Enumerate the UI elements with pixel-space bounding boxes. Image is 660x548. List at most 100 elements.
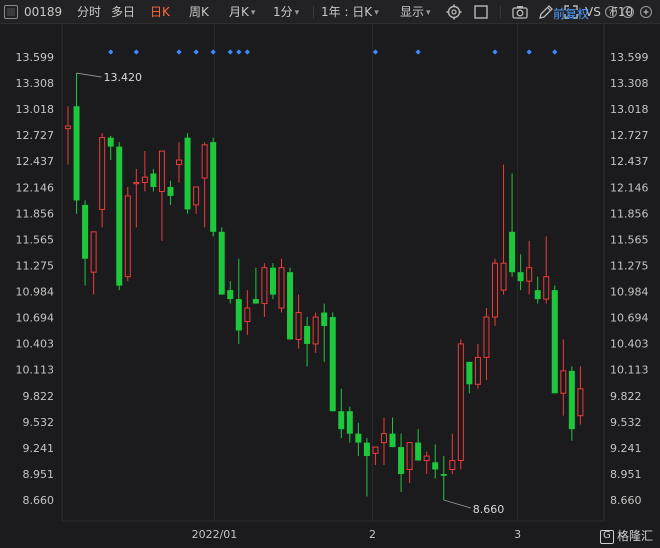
settings-icon[interactable] <box>445 3 463 21</box>
y-tick-label: 9.822 <box>23 390 55 403</box>
candle <box>158 150 165 241</box>
chevron-down-icon: ▾ <box>250 8 256 18</box>
camera-icon[interactable] <box>511 3 529 21</box>
candle-body <box>269 267 276 295</box>
candle <box>82 200 89 286</box>
stock-code[interactable]: 00189 <box>24 0 62 24</box>
event-marker <box>372 49 379 55</box>
dropdown-monthly[interactable]: 月K ▾ <box>229 0 255 24</box>
y-tick-label: 11.275 <box>16 259 55 272</box>
y-tick-label: 13.599 <box>16 51 55 64</box>
candle <box>346 406 353 443</box>
adjust-mode-link[interactable]: 前复权 <box>553 5 589 22</box>
candle <box>577 366 584 425</box>
candle-body <box>210 142 217 232</box>
candle-body <box>90 231 97 273</box>
candle <box>193 186 200 214</box>
candle-body <box>107 137 114 147</box>
dropdown-range[interactable]: 1年 : 日K ▾ <box>321 0 379 24</box>
x-axis: 2022/01 2 3 <box>192 528 522 541</box>
y-tick-label: 10.113 <box>610 364 649 377</box>
event-marker <box>133 49 139 55</box>
y-tick-label: 13.599 <box>610 51 649 64</box>
candle <box>184 133 191 214</box>
y-tick-label: 11.275 <box>610 259 649 272</box>
candle <box>287 267 294 340</box>
chart-canvas[interactable]: 13.599 13.308 13.018 12.727 12.437 12.146 11.8… <box>0 24 660 548</box>
candle-body <box>321 312 328 326</box>
candle <box>261 263 268 318</box>
candle-body <box>363 442 370 457</box>
y-tick-label: 13.308 <box>16 77 55 90</box>
tab-multiday[interactable]: 多日 <box>111 0 135 24</box>
y-tick-label: 12.146 <box>16 181 55 194</box>
candle <box>269 263 276 300</box>
candle <box>466 361 473 394</box>
y-tick-label: 13.018 <box>610 103 649 116</box>
candle <box>500 164 507 295</box>
candle-body <box>73 106 80 201</box>
candle <box>116 142 123 291</box>
candle-body <box>526 267 533 282</box>
candle-body <box>380 433 387 444</box>
candle-body <box>577 388 584 417</box>
candle <box>65 106 71 165</box>
y-tick-label: 9.241 <box>610 442 642 455</box>
candle-body <box>82 204 89 259</box>
candle <box>218 227 225 295</box>
tab-daily[interactable]: 日K <box>150 0 170 24</box>
y-tick-label: 11.565 <box>610 233 649 246</box>
checkbox-icon[interactable] <box>472 3 490 21</box>
candle-body <box>244 307 251 323</box>
candle <box>167 180 174 205</box>
x-tick-label: 2022/01 <box>192 528 238 541</box>
y-tick-label: 8.660 <box>610 494 642 507</box>
dropdown-display[interactable]: 显示 ▾ <box>400 0 431 24</box>
y-tick-label: 12.727 <box>16 129 55 142</box>
help-icon[interactable]: ? <box>605 6 617 18</box>
dropdown-minute[interactable]: 1分 ▾ <box>273 0 299 24</box>
x-tick-label: 3 <box>514 528 521 541</box>
minute-label: 1分 <box>273 5 293 19</box>
y-tick-label: 11.565 <box>16 233 55 246</box>
chevron-down-icon: ▾ <box>374 8 379 18</box>
y-tick-label: 10.694 <box>610 312 649 325</box>
candle-body <box>440 473 447 476</box>
y-tick-label: 8.660 <box>23 494 55 507</box>
y-tick-label: 10.694 <box>16 312 55 325</box>
y-tick-label: 10.113 <box>16 364 55 377</box>
candle-body <box>167 186 174 196</box>
candle-body <box>389 433 396 448</box>
candle-body <box>261 267 268 305</box>
candle-body <box>560 370 567 394</box>
candle-body <box>141 176 148 183</box>
y-tick-label: 12.727 <box>610 129 649 142</box>
candle <box>201 142 208 228</box>
candle-body <box>500 262 507 291</box>
tab-intraday[interactable]: 分时 <box>77 0 101 24</box>
kline-chart[interactable]: 13.599 13.308 13.018 12.727 12.437 12.146 11.8… <box>0 24 660 548</box>
y-tick-label: 13.018 <box>16 103 55 116</box>
y-tick-label: 10.403 <box>16 338 55 351</box>
tab-weekly[interactable]: 周K <box>189 0 209 24</box>
zoom-out-icon[interactable] <box>622 6 634 18</box>
candle <box>551 285 558 394</box>
zoom-in-icon[interactable] <box>640 6 652 18</box>
candle <box>363 438 370 497</box>
candle <box>423 451 430 474</box>
candle <box>124 186 131 282</box>
candle <box>568 366 575 441</box>
candle-body <box>158 150 165 192</box>
y-tick-label: 10.984 <box>16 286 55 299</box>
candle-body <box>406 442 413 471</box>
candle-body <box>150 173 157 187</box>
candle-body <box>568 370 575 430</box>
candle <box>389 417 396 448</box>
candle <box>380 417 387 466</box>
stock-icon[interactable] <box>4 5 18 19</box>
candle-body <box>372 446 379 454</box>
candle-body <box>466 361 473 385</box>
y-tick-label: 9.532 <box>23 416 55 429</box>
divider <box>313 6 314 18</box>
event-marker <box>415 49 421 55</box>
